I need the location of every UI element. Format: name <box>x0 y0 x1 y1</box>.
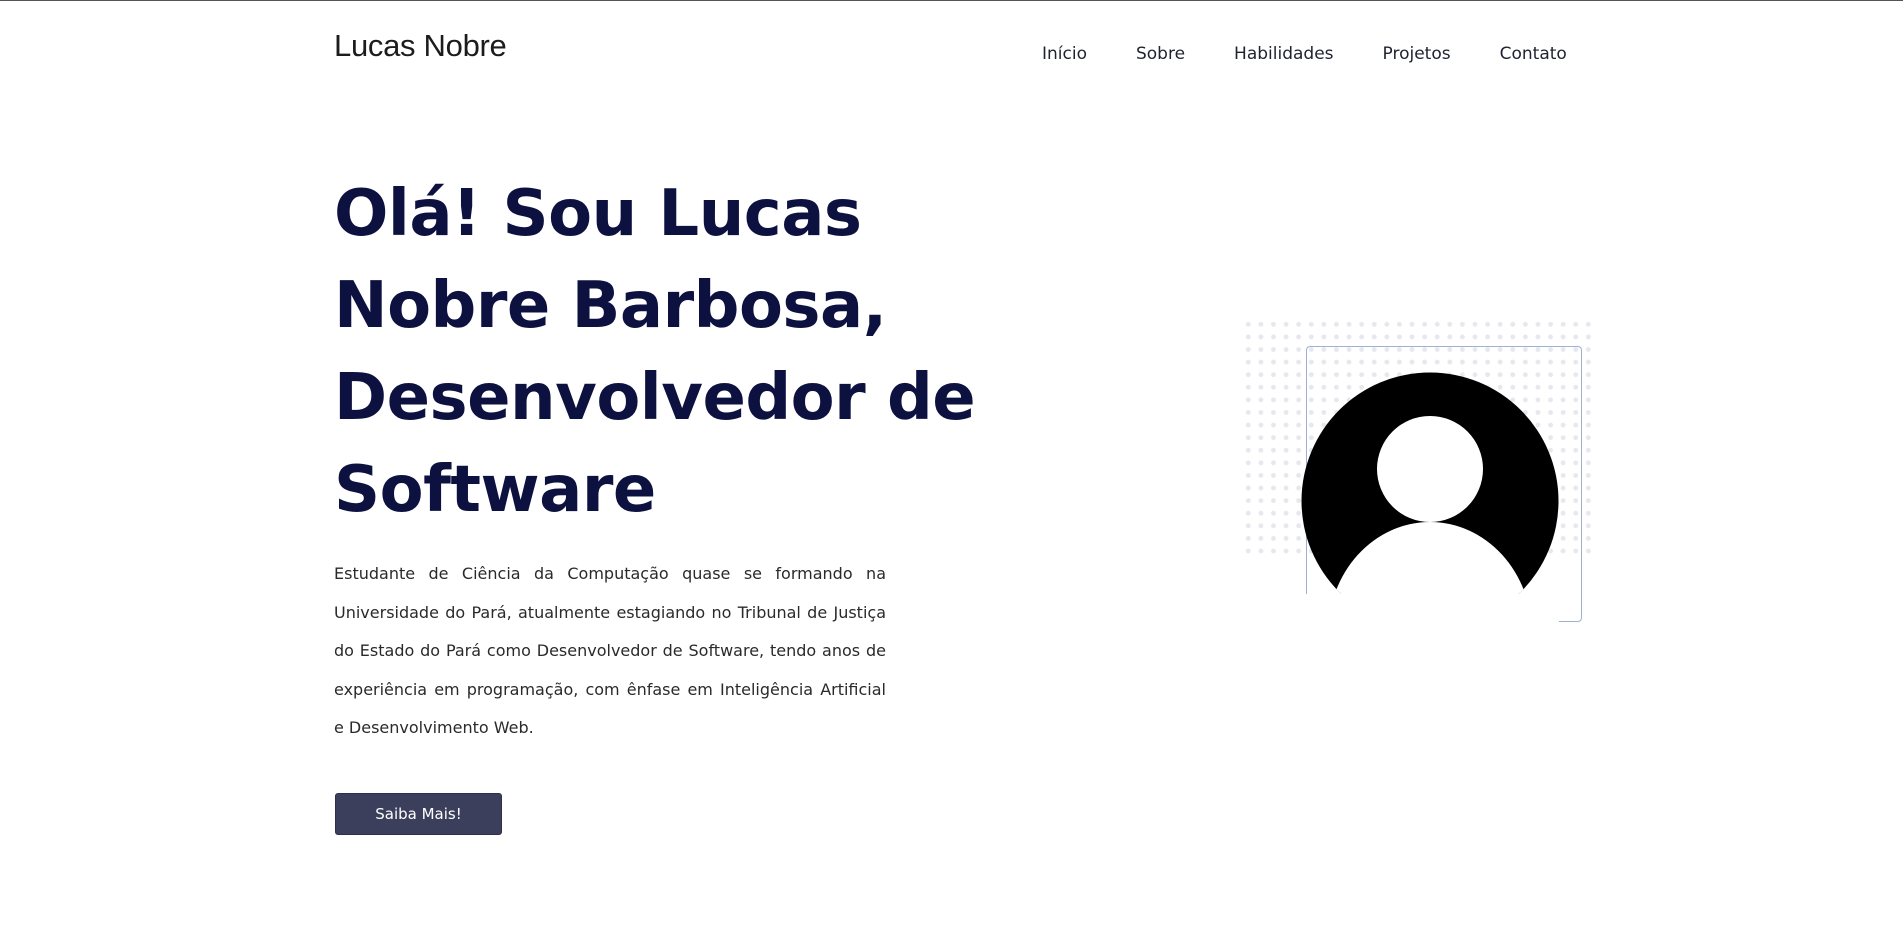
site-logo[interactable]: Lucas Nobre <box>334 28 507 64</box>
saiba-mais-button[interactable]: Saiba Mais! <box>335 793 502 835</box>
nav-link-sobre[interactable]: Sobre <box>1136 44 1185 64</box>
hero-title: Olá! Sou Lucas Nobre Barbosa, Desenvolve… <box>334 177 976 527</box>
user-avatar-icon <box>1301 372 1559 630</box>
nav-link-habilidades[interactable]: Habilidades <box>1234 44 1333 64</box>
hero-description: Estudante de Ciência da Computação quase… <box>334 564 886 737</box>
nav-link-contato[interactable]: Contato <box>1500 44 1567 64</box>
nav-link-inicio[interactable]: Início <box>1042 44 1087 64</box>
top-border-line <box>0 0 1903 1</box>
main-nav: Início Sobre Habilidades Projetos Contat… <box>1042 44 1567 64</box>
nav-link-projetos[interactable]: Projetos <box>1383 44 1451 64</box>
